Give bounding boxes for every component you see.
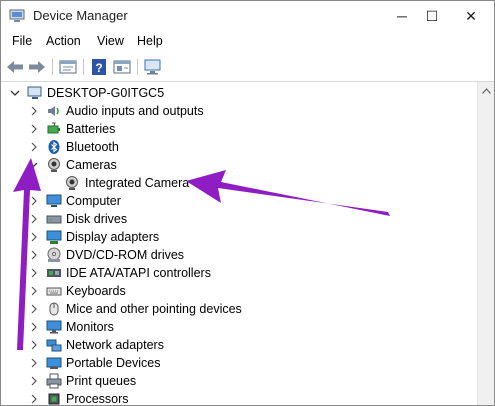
disk-drive-icon xyxy=(46,215,62,224)
tree-item-label: Print queues xyxy=(66,374,137,388)
menu-view[interactable]: View xyxy=(97,34,124,48)
chevron-right-icon[interactable] xyxy=(29,141,39,153)
tree-item-portable-devices[interactable]: Portable Devices xyxy=(1,354,471,372)
chevron-right-icon[interactable] xyxy=(29,213,39,225)
tree-item-disk-drives[interactable]: Disk drives xyxy=(1,210,471,228)
scroll-up-arrow-icon[interactable] xyxy=(478,82,494,99)
tree-item-label: Cameras xyxy=(66,158,117,172)
tree-item-label: IDE ATA/ATAPI controllers xyxy=(66,266,211,280)
tree-item-label: Network adapters xyxy=(66,338,164,352)
device-tree: DESKTOP-G0ITGC5 Audio inputs and outputs… xyxy=(1,82,477,405)
tree-item-monitors[interactable]: Monitors xyxy=(1,318,471,336)
chevron-down-icon[interactable] xyxy=(28,159,38,171)
tree-item-print-queues[interactable]: Print queues xyxy=(1,372,471,390)
tree-item-label: Disk drives xyxy=(66,212,128,226)
chevron-right-icon[interactable] xyxy=(29,393,39,405)
tree-item-label: DVD/CD-ROM drives xyxy=(66,248,185,262)
tree-item-label: Keyboards xyxy=(66,284,126,298)
monitor-icon xyxy=(46,320,62,334)
tree-item-batteries[interactable]: Batteries xyxy=(1,120,471,138)
tree-item-ide[interactable]: IDE ATA/ATAPI controllers xyxy=(1,264,471,282)
tree-item-label: Audio inputs and outputs xyxy=(66,104,204,118)
tree-item-label: Bluetooth xyxy=(66,140,119,154)
network-icon xyxy=(46,339,62,352)
forward-icon[interactable] xyxy=(27,57,47,77)
chevron-right-icon[interactable] xyxy=(29,249,39,261)
show-hidden-icon[interactable] xyxy=(112,57,132,77)
tree-item-audio[interactable]: Audio inputs and outputs xyxy=(1,102,471,120)
chevron-right-icon[interactable] xyxy=(29,321,39,333)
speaker-icon xyxy=(48,106,59,116)
dvd-icon xyxy=(47,247,61,262)
chevron-right-icon[interactable] xyxy=(29,339,39,351)
properties-sheet-icon[interactable] xyxy=(58,57,78,77)
bluetooth-icon xyxy=(48,140,60,154)
chevron-right-icon[interactable] xyxy=(29,303,39,315)
tree-item-label: Portable Devices xyxy=(66,356,161,370)
tree-item-label: Processors xyxy=(66,392,129,405)
toolbar: ? xyxy=(1,53,494,82)
tree-item-network-adapters[interactable]: Network adapters xyxy=(1,336,471,354)
window-title: Device Manager xyxy=(33,8,128,23)
tree-item-integrated-camera[interactable]: Integrated Camera xyxy=(1,174,471,192)
chevron-right-icon[interactable] xyxy=(29,231,39,243)
svg-text:?: ? xyxy=(95,61,102,75)
monitor-scan-icon[interactable] xyxy=(143,57,163,77)
tree-root-row[interactable]: DESKTOP-G0ITGC5 xyxy=(1,84,471,102)
close-button[interactable]: ✕ xyxy=(448,1,494,31)
battery-icon xyxy=(47,122,60,134)
tree-item-label: Mice and other pointing devices xyxy=(66,302,242,316)
chevron-right-icon[interactable] xyxy=(29,123,39,135)
chevron-right-icon[interactable] xyxy=(29,195,39,207)
help-icon[interactable]: ? xyxy=(89,57,109,77)
keyboard-icon xyxy=(46,287,62,296)
printer-icon xyxy=(46,373,62,389)
display-adapter-icon xyxy=(46,230,62,244)
ide-controller-icon xyxy=(47,269,61,277)
tree-item-label: Computer xyxy=(66,194,121,208)
title-bar[interactable]: Device Manager ─ ☐ ✕ xyxy=(1,1,494,31)
chevron-down-icon[interactable] xyxy=(10,87,20,99)
tree-item-display-adapters[interactable]: Display adapters xyxy=(1,228,471,246)
tree-item-processors[interactable]: Processors xyxy=(1,390,471,405)
tree-item-cameras[interactable]: Cameras xyxy=(1,156,471,174)
tree-item-keyboards[interactable]: Keyboards xyxy=(1,282,471,300)
chevron-right-icon[interactable] xyxy=(29,285,39,297)
tree-item-label: Integrated Camera xyxy=(85,176,190,190)
back-icon[interactable] xyxy=(5,57,25,77)
computer-root-icon xyxy=(27,86,42,99)
webcam-icon xyxy=(66,176,78,190)
tree-item-bluetooth[interactable]: Bluetooth xyxy=(1,138,471,156)
camera-icon xyxy=(48,158,60,172)
tree-item-label: Batteries xyxy=(66,122,116,136)
processor-icon xyxy=(48,393,60,405)
portable-device-icon xyxy=(46,357,62,369)
computer-icon xyxy=(46,194,62,207)
tree-item-label: Display adapters xyxy=(66,230,160,244)
tree-item-mice[interactable]: Mice and other pointing devices xyxy=(1,300,471,318)
device-manager-app-icon xyxy=(9,9,25,22)
menu-bar: File Action View Help xyxy=(1,31,494,53)
chevron-right-icon[interactable] xyxy=(29,357,39,369)
device-manager-window: Device Manager ─ ☐ ✕ File Action View He… xyxy=(0,0,495,406)
menu-file[interactable]: File xyxy=(12,34,32,48)
vertical-scrollbar[interactable] xyxy=(477,82,494,405)
tree-item-label: Monitors xyxy=(66,320,114,334)
menu-help[interactable]: Help xyxy=(137,34,163,48)
tree-item-computer[interactable]: Computer xyxy=(1,192,471,210)
mouse-icon xyxy=(49,302,59,316)
chevron-right-icon[interactable] xyxy=(29,375,39,387)
chevron-right-icon[interactable] xyxy=(29,105,39,117)
chevron-right-icon[interactable] xyxy=(29,267,39,279)
tree-root-label: DESKTOP-G0ITGC5 xyxy=(47,86,165,100)
menu-action[interactable]: Action xyxy=(46,34,81,48)
tree-item-dvd[interactable]: DVD/CD-ROM drives xyxy=(1,246,471,264)
